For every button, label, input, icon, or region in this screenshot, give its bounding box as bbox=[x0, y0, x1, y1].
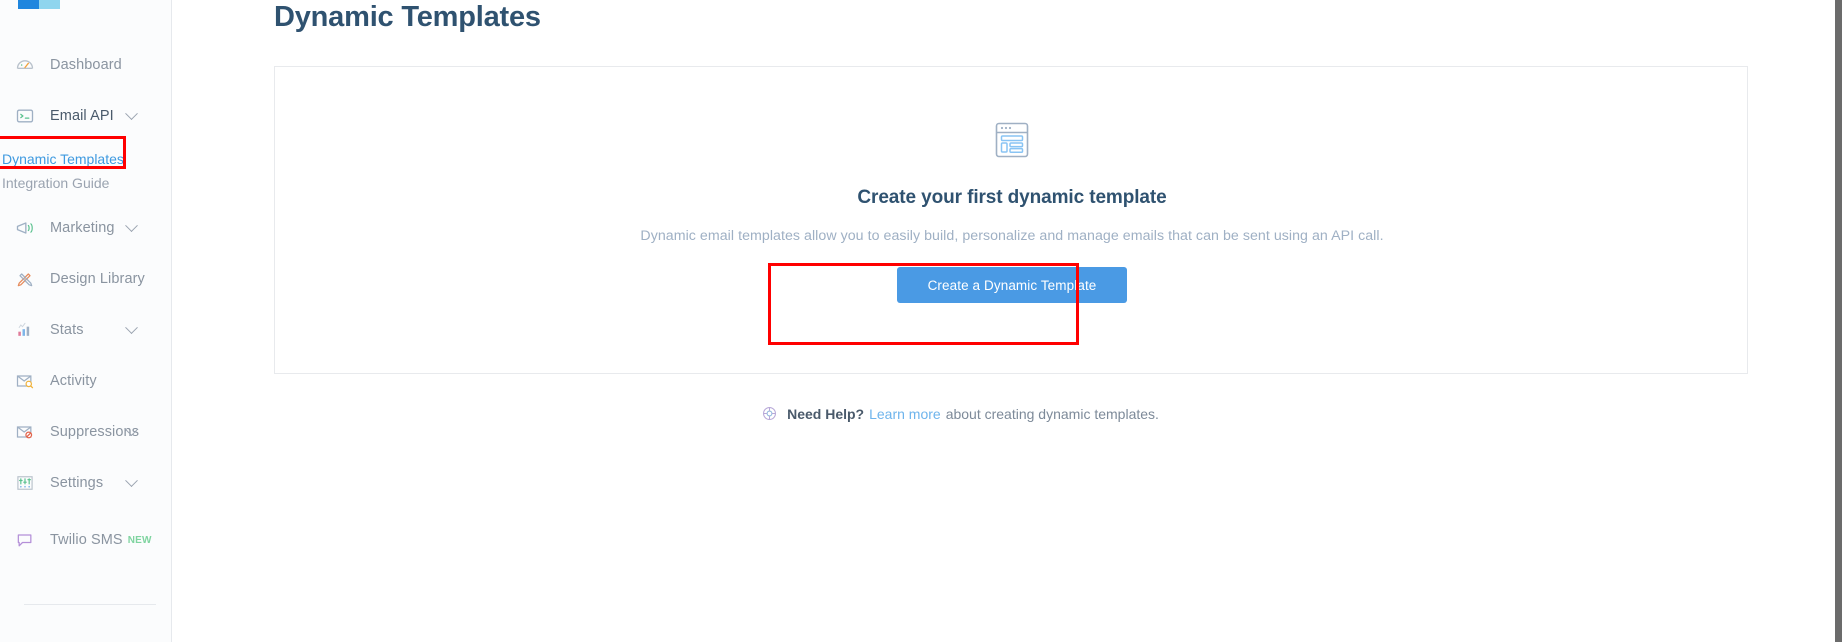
sidebar-item-integration-guide[interactable]: Integration Guide bbox=[0, 170, 171, 196]
sidebar-item-label: Activity bbox=[50, 373, 97, 389]
chevron-down-icon[interactable] bbox=[125, 218, 138, 232]
sliders-icon bbox=[14, 472, 36, 494]
terminal-icon bbox=[14, 105, 36, 127]
gauge-icon bbox=[14, 54, 36, 76]
logo-block-light bbox=[39, 0, 60, 9]
empty-state-card: Create your first dynamic template Dynam… bbox=[274, 66, 1748, 374]
chevron-down-icon[interactable] bbox=[125, 106, 138, 120]
sidebar-item-activity[interactable]: Activity bbox=[0, 364, 171, 398]
sidebar-item-suppressions[interactable]: Suppressions bbox=[0, 415, 171, 449]
sidebar-item-design-library[interactable]: Design Library bbox=[0, 262, 171, 296]
sidebar-item-marketing[interactable]: Marketing bbox=[0, 211, 171, 245]
envelope-blocked-icon bbox=[14, 421, 36, 443]
empty-state-title: Create your first dynamic template bbox=[857, 187, 1167, 208]
sidebar-item-email-api[interactable]: Email API bbox=[0, 99, 171, 133]
sidebar-item-label: Twilio SMS bbox=[50, 532, 123, 548]
chat-bubble-icon bbox=[14, 529, 36, 551]
help-label: Need Help? bbox=[787, 405, 865, 422]
app-root: Dashboard Email API Dynamic Templates In… bbox=[0, 0, 1842, 642]
sidebar-divider bbox=[24, 604, 156, 605]
sidebar-subitem-label: Dynamic Templates bbox=[2, 151, 124, 167]
chevron-down-icon[interactable] bbox=[125, 320, 138, 334]
envelope-search-icon bbox=[14, 370, 36, 392]
sidebar-item-label: Stats bbox=[50, 322, 84, 338]
megaphone-icon bbox=[14, 217, 36, 239]
help-tail-text: about creating dynamic templates. bbox=[945, 405, 1159, 422]
page-scrollbar-thumb[interactable] bbox=[1835, 0, 1842, 642]
sidebar-item-label: Email API bbox=[50, 108, 114, 124]
sidebar-item-label: Settings bbox=[50, 475, 104, 491]
main-content: Dynamic Templates Create your first dyna… bbox=[172, 0, 1842, 642]
chevron-down-icon[interactable] bbox=[125, 473, 138, 487]
empty-state-description: Dynamic email templates allow you to eas… bbox=[640, 228, 1384, 244]
bar-chart-icon bbox=[14, 319, 36, 341]
sidebar-item-twilio-sms[interactable]: Twilio SMS NEW bbox=[0, 523, 171, 557]
sidebar-item-dynamic-templates[interactable]: Dynamic Templates bbox=[0, 146, 171, 172]
learn-more-link[interactable]: Learn more bbox=[869, 406, 941, 422]
pencil-ruler-icon bbox=[14, 268, 36, 290]
sendgrid-logo[interactable] bbox=[18, 0, 60, 9]
page-scrollbar-track[interactable] bbox=[1835, 0, 1842, 642]
page-title: Dynamic Templates bbox=[274, 1, 541, 33]
new-badge: NEW bbox=[127, 534, 152, 546]
sidebar-subitem-label: Integration Guide bbox=[2, 175, 110, 191]
sidebar-item-stats[interactable]: Stats bbox=[0, 313, 171, 347]
empty-state: Create your first dynamic template Dynam… bbox=[275, 67, 1749, 375]
sidebar-item-dashboard[interactable]: Dashboard bbox=[0, 48, 171, 82]
lifebuoy-icon bbox=[761, 405, 778, 422]
create-dynamic-template-button[interactable]: Create a Dynamic Template bbox=[897, 267, 1127, 303]
sidebar-item-label: Dashboard bbox=[50, 57, 122, 73]
logo-block-dark bbox=[18, 0, 39, 9]
help-row: Need Help? Learn more about creating dyn… bbox=[172, 405, 1748, 422]
sidebar-item-label: Suppressions bbox=[50, 424, 140, 440]
sidebar-item-label: Marketing bbox=[50, 220, 115, 236]
sidebar-item-label: Design Library bbox=[50, 271, 145, 287]
sidebar-item-settings[interactable]: Settings bbox=[0, 466, 171, 500]
sidebar: Dashboard Email API Dynamic Templates In… bbox=[0, 0, 172, 642]
template-layout-icon bbox=[991, 119, 1033, 166]
